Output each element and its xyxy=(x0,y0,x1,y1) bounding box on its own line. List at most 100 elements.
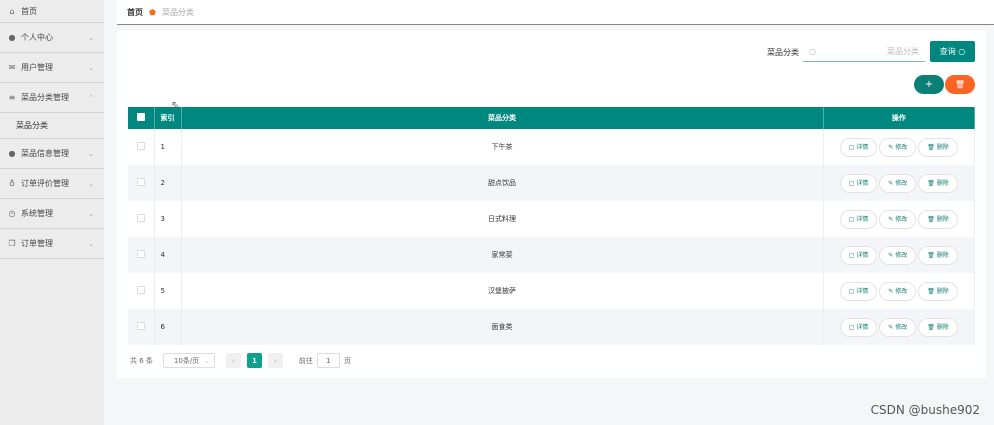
row-select[interactable] xyxy=(128,129,155,165)
sidebar-item[interactable]: ❐ 订单管理 ⌄ xyxy=(0,229,104,259)
category-table: 索引 菜品分类 操作 1 下午茶 ▢ 详情 ✎ 修改 🗑 删除 2 甜点饮品 ▢ 详情 ✎ 修改… xyxy=(128,107,975,345)
delete-button[interactable]: 🗑 删除 xyxy=(918,209,958,229)
edit-label: 修改 xyxy=(895,251,908,259)
edit-button[interactable]: ✎ 修改 xyxy=(879,209,917,229)
table-row: 3 日式料理 ▢ 详情 ✎ 修改 🗑 删除 xyxy=(128,201,975,237)
delete-button[interactable]: 🗑 删除 xyxy=(918,173,958,193)
row-actions: ▢ 详情 ✎ 修改 🗑 删除 xyxy=(823,237,975,273)
sidebar-item-label: 菜品信息管理 xyxy=(21,149,69,158)
chevron-icon: ⌄ xyxy=(88,33,94,42)
table-row: 1 下午茶 ▢ 详情 ✎ 修改 🗑 删除 xyxy=(128,129,975,165)
sidebar-item[interactable]: ≡ 菜品分类管理 ⌃ xyxy=(0,83,104,113)
detail-button[interactable]: ▢ 详情 xyxy=(839,173,878,193)
sidebar-item[interactable]: ✉ 用户管理 ⌄ xyxy=(0,53,104,83)
sidebar-item[interactable]: ● 个人中心 ⌄ xyxy=(0,23,104,53)
row-category: 家常菜 xyxy=(181,237,824,273)
delete-label: 删除 xyxy=(936,287,949,295)
mic-icon: ♁ xyxy=(9,179,15,188)
row-index: 4 xyxy=(154,237,182,273)
row-category: 面食类 xyxy=(181,309,824,345)
checkbox[interactable] xyxy=(136,113,145,121)
checkbox[interactable] xyxy=(136,142,145,150)
chevron-down-icon: ⌄ xyxy=(204,356,210,365)
chevron-icon: ⌄ xyxy=(88,239,94,248)
delete-icon: 🗑 xyxy=(927,179,935,187)
delete-icon: 🗑 xyxy=(927,143,935,151)
delete-button[interactable]: 🗑 xyxy=(945,75,975,94)
row-select[interactable] xyxy=(128,237,155,273)
row-category: 汉堡披萨 xyxy=(181,273,824,309)
select-all[interactable] xyxy=(128,107,155,129)
table-row: 4 家常菜 ▢ 详情 ✎ 修改 🗑 删除 xyxy=(128,237,975,273)
row-actions: ▢ 详情 ✎ 修改 🗑 删除 xyxy=(823,309,975,345)
detail-label: 详情 xyxy=(856,143,869,151)
sidebar-item-label: 订单评价管理 xyxy=(21,179,69,188)
goto-input[interactable]: 1 xyxy=(316,353,340,368)
edit-icon: ✎ xyxy=(888,215,894,223)
prev-page-button[interactable]: ‹ xyxy=(225,353,241,368)
page-size-select[interactable]: 10条/页 ⌄ xyxy=(162,353,215,368)
search-placeholder: 菜品分类 xyxy=(887,47,919,56)
delete-label: 删除 xyxy=(936,323,949,331)
edit-label: 修改 xyxy=(895,179,908,187)
row-index: 3 xyxy=(154,201,182,237)
row-actions: ▢ 详情 ✎ 修改 🗑 删除 xyxy=(823,273,975,309)
add-button[interactable]: + xyxy=(914,75,944,94)
detail-button[interactable]: ▢ 详情 xyxy=(839,281,878,301)
sidebar-item[interactable]: ⌂ 首页 xyxy=(0,0,104,23)
row-select[interactable] xyxy=(128,309,155,345)
row-select[interactable] xyxy=(128,165,155,201)
detail-button[interactable]: ▢ 详情 xyxy=(839,209,878,229)
compass-icon: ◷ xyxy=(8,209,16,218)
edit-button[interactable]: ✎ 修改 xyxy=(879,245,917,265)
row-index: 6 xyxy=(154,309,182,345)
header-category: 菜品分类 xyxy=(181,107,824,129)
total-count: 共 6 条 xyxy=(130,356,153,365)
delete-button[interactable]: 🗑 删除 xyxy=(918,281,958,301)
row-select[interactable] xyxy=(128,201,155,237)
sidebar-item[interactable]: ● 菜品信息管理 ⌄ xyxy=(0,139,104,169)
detail-button[interactable]: ▢ 详情 xyxy=(839,137,878,157)
search-icon: ○ xyxy=(958,47,966,56)
detail-button[interactable]: ▢ 详情 xyxy=(839,317,878,337)
chevron-icon: ⌄ xyxy=(88,63,94,72)
delete-button[interactable]: 🗑 删除 xyxy=(918,317,958,337)
search-icon: ○ xyxy=(809,47,816,56)
edit-label: 修改 xyxy=(895,287,908,295)
edit-button[interactable]: ✎ 修改 xyxy=(879,137,917,157)
mail-icon: ✉ xyxy=(8,63,16,72)
detail-icon: ▢ xyxy=(848,287,855,295)
checkbox[interactable] xyxy=(136,178,145,186)
edit-button[interactable]: ✎ 修改 xyxy=(879,173,917,193)
edit-button[interactable]: ✎ 修改 xyxy=(879,281,917,301)
edit-button[interactable]: ✎ 修改 xyxy=(879,317,917,337)
next-page-button[interactable]: › xyxy=(267,353,283,368)
detail-icon: ▢ xyxy=(848,143,855,151)
row-index: 2 xyxy=(154,165,182,201)
breadcrumb-home[interactable]: 首页 xyxy=(127,7,143,18)
checkbox[interactable] xyxy=(136,250,145,258)
row-index: 5 xyxy=(154,273,182,309)
goto-suffix: 页 xyxy=(343,356,351,365)
detail-label: 详情 xyxy=(856,215,869,223)
page-1-button[interactable]: 1 xyxy=(246,353,262,368)
row-select[interactable] xyxy=(128,273,155,309)
delete-button[interactable]: 🗑 删除 xyxy=(918,137,958,157)
detail-button[interactable]: ▢ 详情 xyxy=(839,245,878,265)
query-button[interactable]: 查询 ○ xyxy=(930,41,975,62)
sidebar-item[interactable]: ♁ 订单评价管理 ⌄ xyxy=(0,169,104,199)
checkbox[interactable] xyxy=(136,322,145,330)
checkbox[interactable] xyxy=(136,286,145,294)
edit-icon: ✎ xyxy=(888,179,894,187)
search-label: 菜品分类 xyxy=(767,48,799,57)
delete-button[interactable]: 🗑 删除 xyxy=(918,245,958,265)
checkbox[interactable] xyxy=(136,214,145,222)
sidebar-item-label: 个人中心 xyxy=(21,33,53,42)
page-size-value: 10条/页 xyxy=(173,356,200,365)
search-input[interactable]: ○ 菜品分类 xyxy=(803,42,925,62)
sidebar-subitem[interactable]: 菜品分类 xyxy=(0,113,104,139)
table-row: 5 汉堡披萨 ▢ 详情 ✎ 修改 🗑 删除 xyxy=(128,273,975,309)
mouse-cursor-icon: ⇖ xyxy=(171,100,180,111)
sidebar: ⌂ 首页 ● 个人中心 ⌄ ✉ 用户管理 ⌄ ≡ 菜品分类管理 ⌃ 菜品分类 ● 菜品信息管理 ⌄ ♁ 订单评价… xyxy=(0,0,104,425)
sidebar-item[interactable]: ◷ 系统管理 ⌄ xyxy=(0,199,104,229)
